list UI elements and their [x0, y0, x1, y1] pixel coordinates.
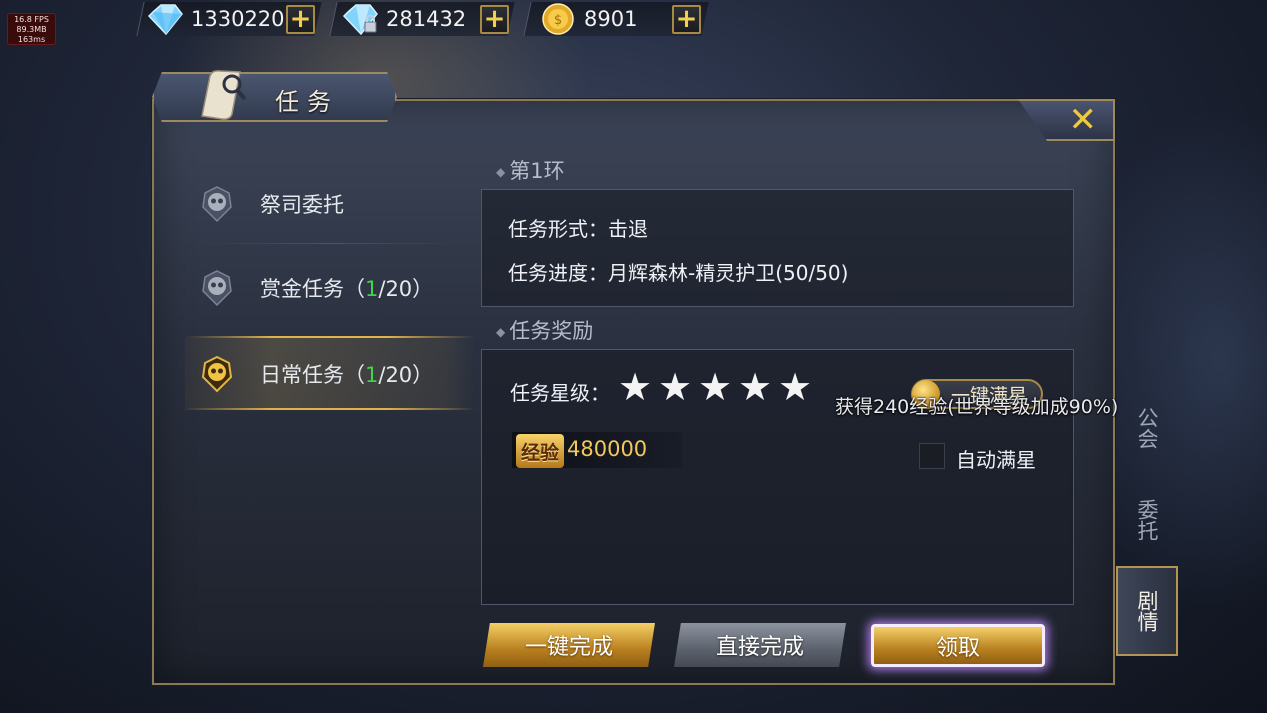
skull-emblem-icon: [199, 355, 235, 393]
tab-guild[interactable]: 公会: [1116, 383, 1178, 473]
tab-story[interactable]: 剧情: [1116, 566, 1178, 656]
active-highlight-bottom: [185, 408, 475, 410]
fps-value: 16.8 FPS: [14, 15, 49, 24]
button-label: 直接完成: [715, 635, 804, 660]
add-bound-diamond-button[interactable]: +: [480, 5, 509, 34]
panel-title: 任务: [275, 88, 339, 116]
star-rating: ★ ★ ★ ★ ★: [615, 368, 815, 406]
close-icon: ✕: [1068, 100, 1098, 140]
gold-amount: 8901: [584, 7, 638, 31]
menu-item-daily-quest[interactable]: 日常任务（1/20）: [185, 338, 475, 410]
scroll-magnifier-icon: [196, 68, 252, 122]
menu-label: 日常任务（1/20）: [260, 359, 433, 389]
gold-currency: $ 8901: [538, 2, 674, 36]
menu-divider: [200, 243, 460, 244]
one-click-complete-button[interactable]: 一键完成: [483, 623, 655, 667]
bound-diamond-amount: 281432: [386, 7, 467, 31]
fps-counter: 16.8 FPS 89.3MB 163ms: [7, 13, 56, 45]
star-level-label: 任务星级：: [510, 381, 610, 405]
claim-button[interactable]: 领取: [871, 624, 1045, 667]
plus-icon: +: [675, 3, 698, 34]
tab-label: 公会: [1135, 407, 1159, 449]
auto-full-star-label: 自动满星: [956, 448, 1036, 472]
diamond-bullet-icon: ◆: [496, 165, 506, 179]
quest-progress: 任务进度：月辉森林-精灵护卫(50/50): [508, 261, 849, 285]
tab-label: 剧情: [1135, 590, 1159, 632]
exp-tooltip: 获得240经验(世界等级加成90%): [835, 396, 1119, 418]
direct-complete-button[interactable]: 直接完成: [674, 623, 846, 667]
bound-diamond-currency: 281432: [340, 2, 476, 36]
star-icon: ★: [657, 365, 693, 409]
diamond-currency: 1330220: [145, 2, 285, 36]
quest-info-box: [481, 189, 1074, 307]
tab-commission[interactable]: 委托: [1116, 475, 1178, 565]
star-icon: ★: [777, 365, 813, 409]
reward-section-title: ◆ 任务奖励: [496, 315, 593, 345]
button-label: 领取: [935, 635, 980, 661]
ring-section-title: ◆ 第1环: [496, 155, 565, 185]
menu-label-text: 赏金任务（: [260, 277, 365, 301]
svg-text:$: $: [554, 13, 562, 28]
menu-label: 赏金任务（1/20）: [260, 273, 433, 303]
add-gold-button[interactable]: +: [672, 5, 701, 34]
menu-item-bounty-quest[interactable]: 赏金任务（1/20）: [185, 252, 475, 324]
add-diamond-button[interactable]: +: [286, 5, 315, 34]
progress-done: 1: [365, 277, 379, 301]
button-label: 一键完成: [524, 635, 613, 660]
plus-icon: +: [289, 3, 312, 34]
diamond-icon: [145, 2, 185, 36]
ring-title: 第1环: [509, 159, 565, 183]
menu-label: 祭司委托: [260, 193, 344, 217]
skull-emblem-icon: [199, 185, 235, 223]
latency-value: 163ms: [17, 35, 46, 44]
exp-value: 480000: [567, 437, 648, 461]
tab-label: 委托: [1135, 499, 1159, 541]
menu-item-priest-commission[interactable]: 祭司委托: [185, 168, 475, 240]
exp-badge-icon: 经验: [516, 434, 564, 468]
plus-icon: +: [483, 3, 506, 34]
progress-total: /20）: [378, 363, 434, 387]
memory-value: 89.3MB: [16, 25, 47, 34]
reward-title: 任务奖励: [509, 319, 594, 343]
star-icon: ★: [697, 365, 733, 409]
menu-label-text: 日常任务（: [260, 363, 365, 387]
diamond-amount: 1330220: [191, 7, 285, 31]
gold-coin-icon: $: [538, 2, 578, 36]
progress-done: 1: [365, 363, 379, 387]
auto-full-star-checkbox[interactable]: [919, 443, 945, 469]
quest-form: 任务形式：击退: [508, 217, 648, 241]
star-icon: ★: [737, 365, 773, 409]
bound-diamond-icon: [340, 2, 380, 36]
diamond-bullet-icon: ◆: [496, 325, 506, 339]
progress-total: /20）: [378, 277, 434, 301]
skull-emblem-icon: [199, 269, 235, 307]
star-icon: ★: [617, 365, 653, 409]
